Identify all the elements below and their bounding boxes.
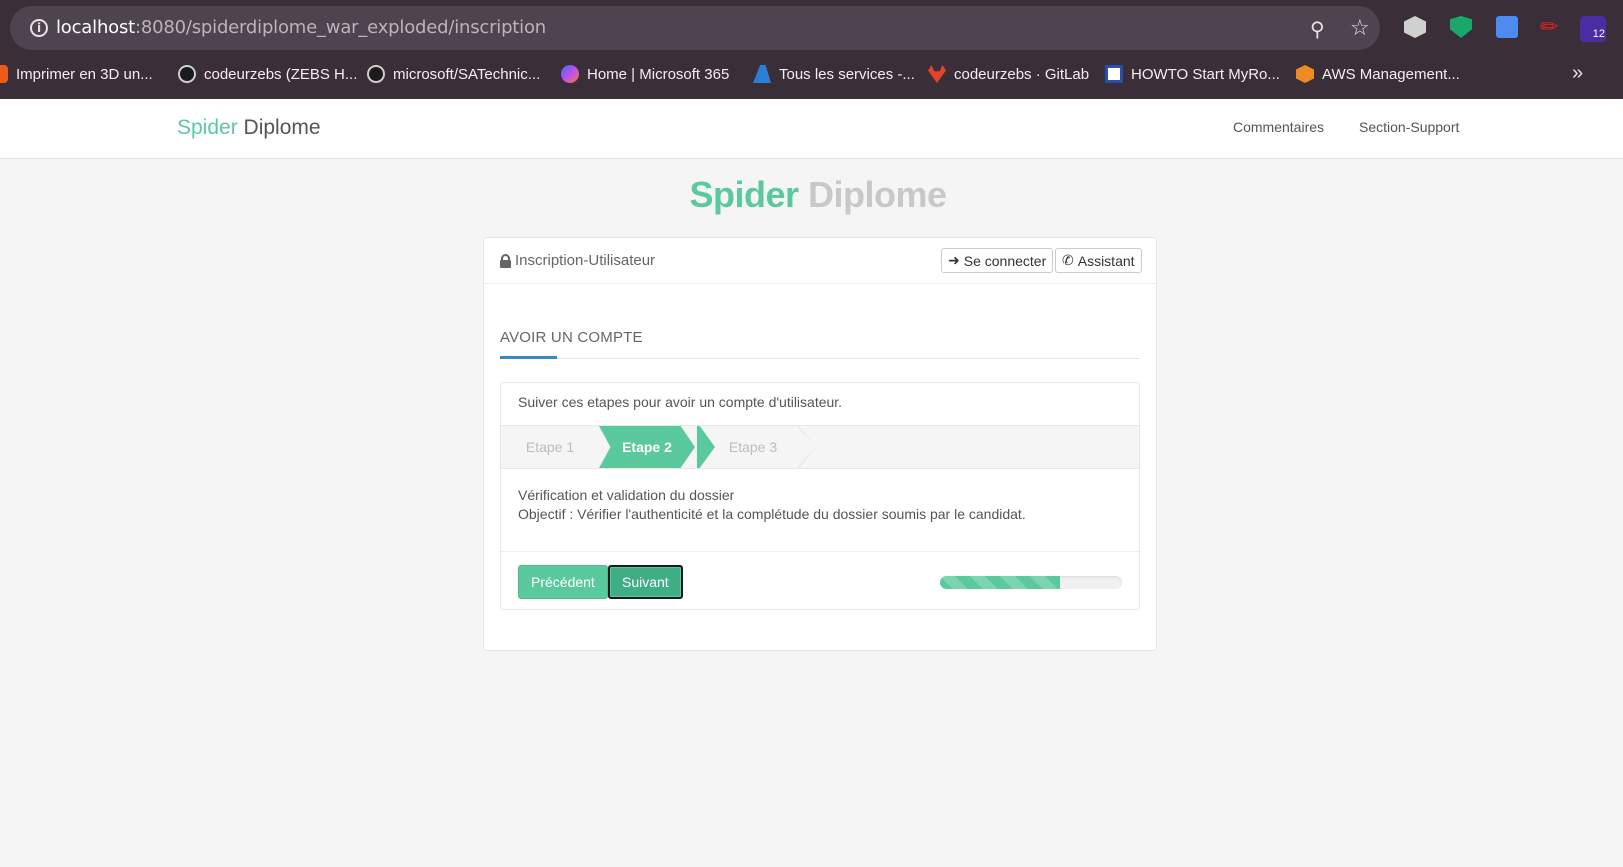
bookmark-item[interactable]: microsoft/SATechnic... <box>367 62 540 86</box>
extension-badge-icon[interactable]: 12 <box>1580 16 1606 42</box>
address-bar[interactable]: i localhost:8080/spiderdiplome_war_explo… <box>10 6 1380 50</box>
panel-title: Inscription-Utilisateur <box>500 252 655 269</box>
wizard-intro: Suiver ces etapes pour avoir un compte d… <box>518 394 843 410</box>
registration-panel: Inscription-Utilisateur ➜ Se connecter ✆… <box>483 237 1157 651</box>
site-navbar: Spider Diplome Commentaires Section-Supp… <box>0 99 1623 159</box>
extension-pen-icon[interactable]: ✏ <box>1540 16 1562 38</box>
step-arrow <box>797 426 815 468</box>
azure-icon <box>753 65 771 83</box>
howto-icon <box>1105 65 1123 83</box>
wizard-box: Suiver ces etapes pour avoir un compte d… <box>500 382 1140 610</box>
wizard-steps: Etape 1 Etape 2 Etape 3 <box>501 425 1139 469</box>
next-button[interactable]: Suivant <box>608 565 683 599</box>
assistant-button[interactable]: ✆ Assistant <box>1055 248 1142 273</box>
step-description-title: Vérification et validation du dossier <box>518 487 735 503</box>
assistant-button-label: Assistant <box>1077 252 1135 269</box>
step-3[interactable]: Etape 3 <box>697 426 809 468</box>
bookmarks-bar: Imprimer en 3D un... codeurzebs (ZEBS H.… <box>0 58 1623 90</box>
github-icon <box>367 65 385 83</box>
page-title: Spider Diplome <box>689 174 947 215</box>
bookmark-item[interactable]: codeurzebs (ZEBS H... <box>178 62 357 86</box>
bookmark-label: codeurzebs · GitLab <box>954 65 1090 83</box>
bookmark-label: HOWTO Start MyRo... <box>1131 65 1280 83</box>
bookmark-item[interactable]: AWS Management... <box>1296 62 1460 86</box>
bookmark-label: microsoft/SATechnic... <box>393 65 541 83</box>
github-icon <box>178 65 196 83</box>
bookmark-label: Tous les services -... <box>779 65 915 83</box>
lock-icon <box>500 253 511 268</box>
section-divider <box>500 358 1140 359</box>
bookmark-item[interactable]: HOWTO Start MyRo... <box>1105 62 1280 86</box>
bookmark-label: codeurzebs (ZEBS H... <box>204 65 358 83</box>
aws-icon <box>1296 65 1314 83</box>
step-2-active[interactable]: Etape 2 <box>599 426 695 468</box>
phone-icon: ✆ <box>1062 252 1074 268</box>
bookmark-item[interactable]: Tous les services -... <box>753 62 915 86</box>
bookmark-favicon-icon <box>0 65 8 83</box>
bookmark-label: Home | Microsoft 365 <box>587 65 730 83</box>
progress-bar <box>940 576 1122 589</box>
bookmark-label: Imprimer en 3D un... <box>16 65 153 83</box>
sign-in-icon: ➜ <box>948 252 960 268</box>
wizard-footer-divider <box>501 551 1139 552</box>
step-1[interactable]: Etape 1 <box>501 426 599 468</box>
bookmark-item[interactable]: codeurzebs · GitLab <box>928 62 1089 86</box>
login-button[interactable]: ➜ Se connecter <box>941 248 1054 273</box>
extension-check-shield-icon[interactable] <box>1450 16 1472 38</box>
bookmark-star-icon[interactable]: ☆ <box>1350 15 1370 41</box>
step-description-body: Objectif : Vérifier l'authenticité et la… <box>518 506 1026 522</box>
progress-bar-fill <box>940 576 1061 589</box>
previous-button[interactable]: Précédent <box>518 565 608 599</box>
url-text[interactable]: localhost:8080/spiderdiplome_war_explode… <box>56 17 546 38</box>
bookmark-label: AWS Management... <box>1322 65 1460 83</box>
gitlab-icon <box>928 65 946 83</box>
login-button-label: Se connecter <box>963 252 1047 269</box>
nav-link-commentaires[interactable]: Commentaires <box>1233 119 1324 135</box>
zoom-icon[interactable]: ⚲ <box>1310 17 1325 42</box>
navbar-brand[interactable]: Spider Diplome <box>177 116 321 140</box>
step-description: Vérification et validation du dossier Ob… <box>518 486 1026 524</box>
bookmark-item[interactable]: Home | Microsoft 365 <box>561 62 729 86</box>
nav-link-section-support[interactable]: Section-Support <box>1359 119 1459 135</box>
site-info-icon[interactable]: i <box>30 19 48 37</box>
more-bookmarks-icon[interactable]: » <box>1572 62 1583 85</box>
panel-header: Inscription-Utilisateur ➜ Se connecter ✆… <box>484 238 1156 284</box>
microsoft365-icon <box>561 65 579 83</box>
panel-title-label: Inscription-Utilisateur <box>515 252 656 269</box>
bookmark-item[interactable]: Imprimer en 3D un... <box>0 62 153 86</box>
extension-document-icon[interactable] <box>1496 16 1518 38</box>
section-title: AVOIR UN COMPTE <box>500 329 643 346</box>
section-divider-accent <box>500 356 557 359</box>
extension-shield-icon[interactable] <box>1404 16 1426 38</box>
browser-chrome: i localhost:8080/spiderdiplome_war_explo… <box>0 0 1623 99</box>
